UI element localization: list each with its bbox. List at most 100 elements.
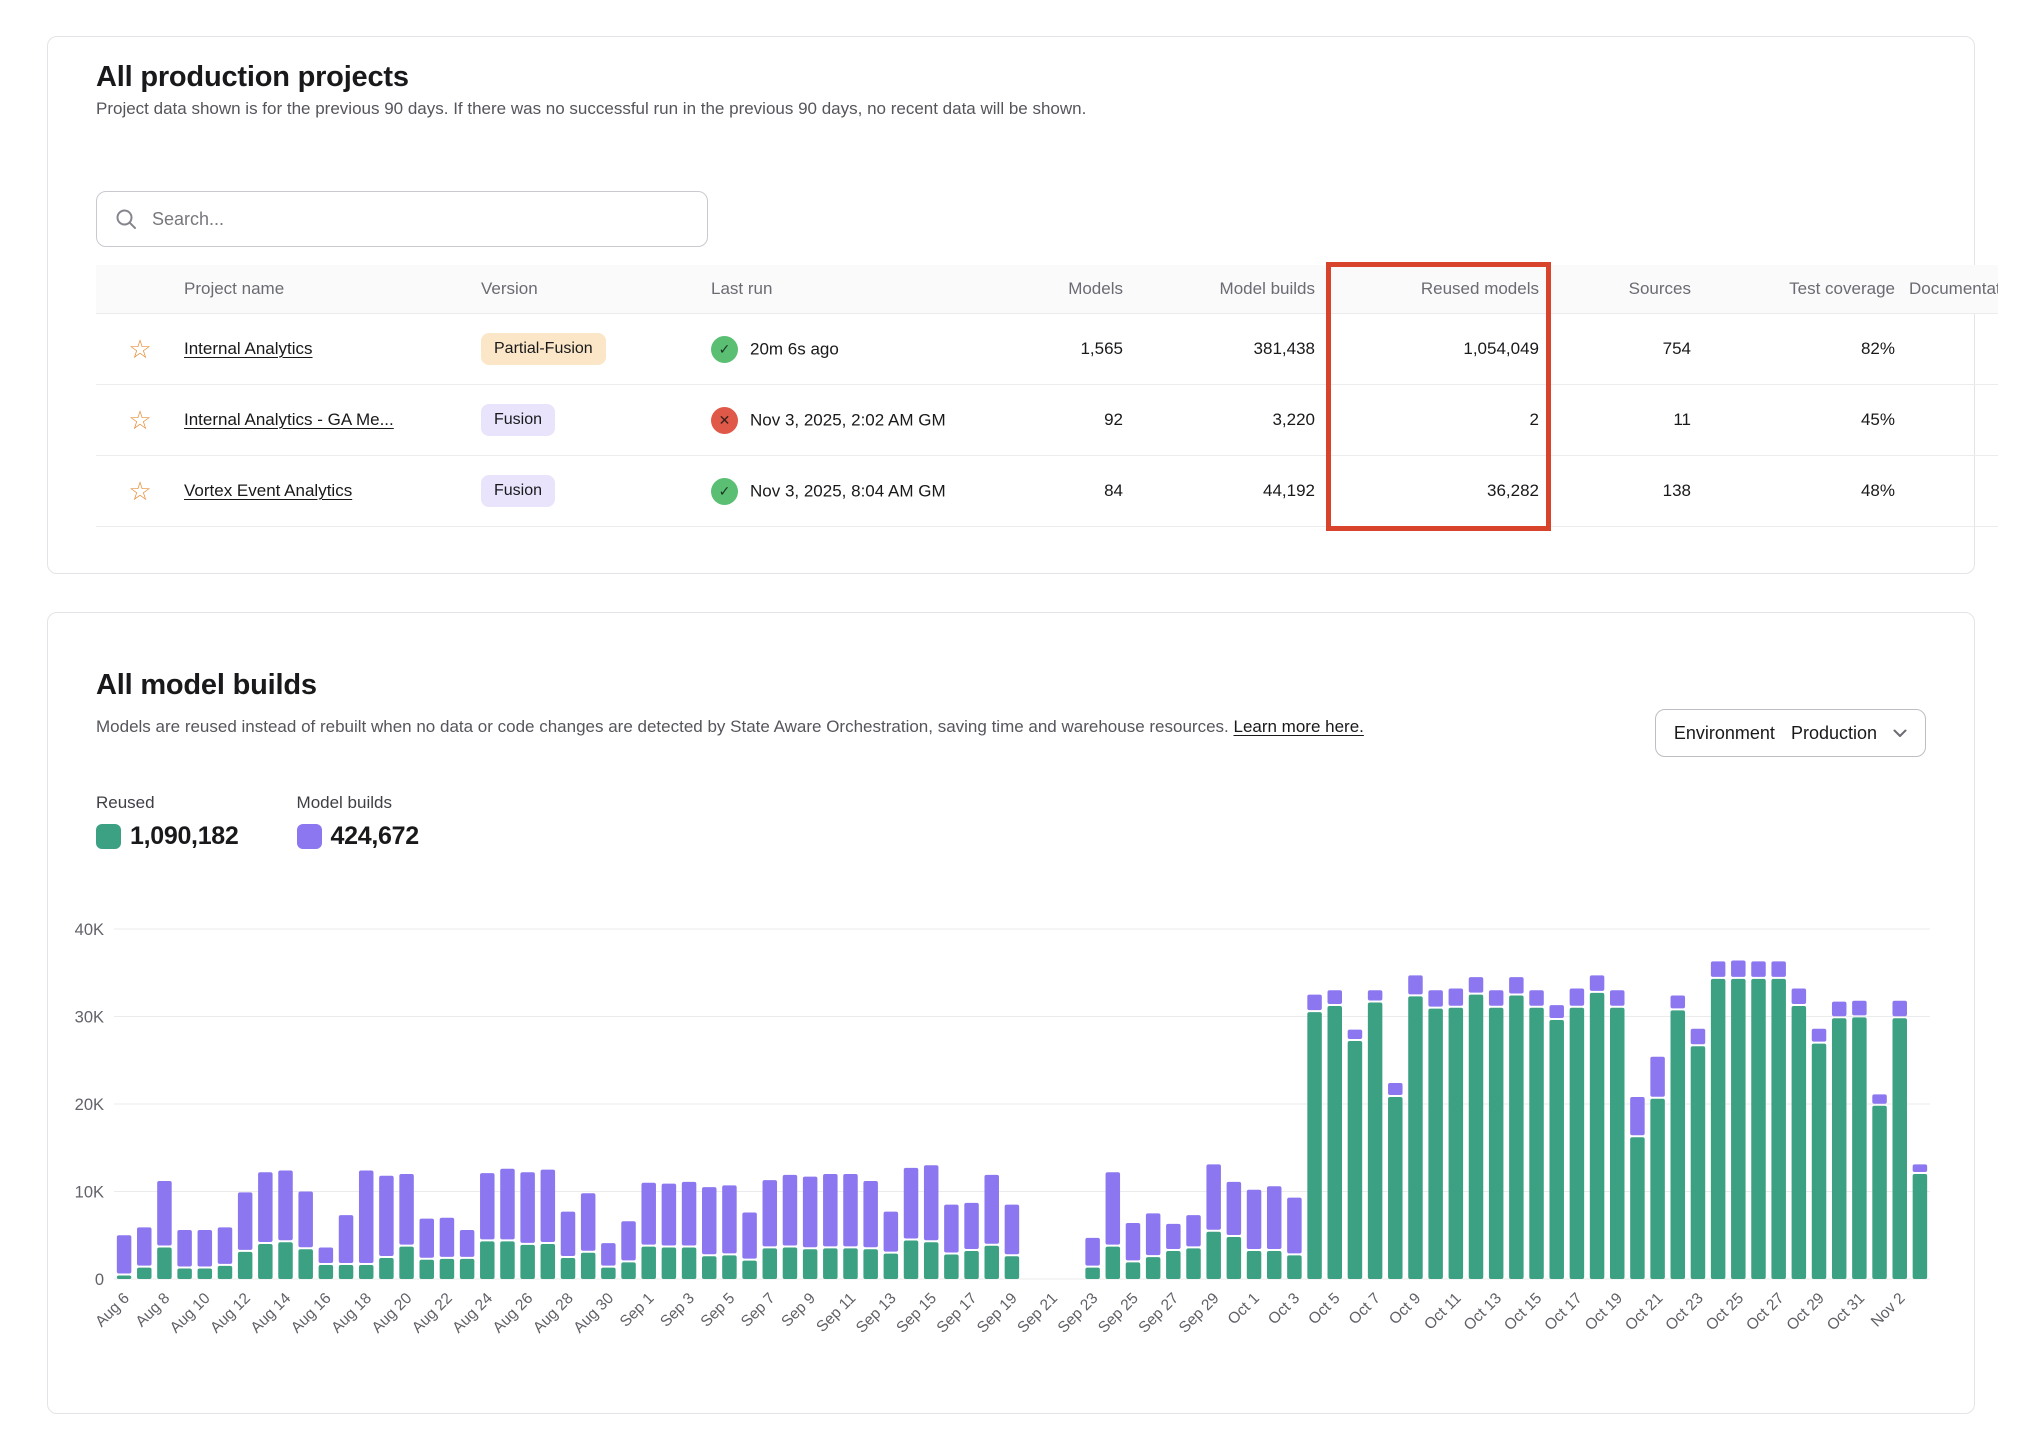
column-header-test-coverage: Test coverage [1705,265,1909,314]
documentation-cell [1909,385,1998,456]
run-success-icon: ✓ [711,336,738,363]
svg-text:Nov 2: Nov 2 [1868,1290,1909,1331]
version-badge: Partial-Fusion [481,333,606,365]
svg-text:Oct 23: Oct 23 [1662,1290,1706,1334]
svg-text:Oct 3: Oct 3 [1265,1290,1303,1328]
svg-text:Oct 27: Oct 27 [1743,1290,1787,1334]
svg-text:Sep 7: Sep 7 [738,1290,779,1331]
projects-title: All production projects [96,61,409,94]
environment-value: Production [1791,723,1877,744]
svg-text:Oct 29: Oct 29 [1784,1290,1828,1334]
column-header-star [96,265,184,314]
legend-builds-label: Model builds [297,793,419,813]
table-row: ☆ Internal Analytics - GA Me... Fusion ✕ Nov… [96,385,1998,456]
svg-text:Sep 1: Sep 1 [617,1290,658,1331]
svg-text:20K: 20K [75,1096,104,1114]
builds-title: All model builds [96,669,317,702]
svg-text:Oct 15: Oct 15 [1501,1290,1545,1334]
project-name-link[interactable]: Vortex Event Analytics [184,481,352,500]
test-coverage-cell: 48% [1705,456,1909,527]
chevron-down-icon [1893,729,1907,738]
model-builds-cell: 44,192 [1137,456,1329,527]
documentation-cell [1909,314,1998,385]
last-run-text: 20m 6s ago [750,339,839,358]
builds-subtitle: Models are reused instead of rebuilt whe… [96,717,1364,737]
reused-models-cell: 1,054,049 [1329,314,1553,385]
svg-text:Oct 13: Oct 13 [1461,1290,1505,1334]
run-success-icon: ✓ [711,478,738,505]
project-name-link[interactable]: Internal Analytics - GA Me... [184,410,394,429]
svg-text:Sep 13: Sep 13 [853,1290,900,1337]
last-run-text: Nov 3, 2025, 8:04 AM GM [750,481,946,500]
svg-text:Oct 25: Oct 25 [1703,1290,1747,1334]
test-coverage-cell: 82% [1705,314,1909,385]
svg-text:Aug 18: Aug 18 [328,1290,375,1337]
svg-text:Oct 1: Oct 1 [1225,1290,1263,1328]
legend-reused-value: 1,090,182 [130,822,239,851]
model-builds-cell: 381,438 [1137,314,1329,385]
svg-text:Aug 22: Aug 22 [409,1290,456,1337]
svg-text:Oct 11: Oct 11 [1421,1290,1464,1333]
model-builds-swatch [297,824,322,849]
svg-text:Aug 20: Aug 20 [369,1290,416,1337]
version-badge: Fusion [481,475,555,507]
chart-legend: Reused 1,090,182 Model builds 424,672 [96,793,419,851]
column-header-reused-models: Reused models [1329,265,1553,314]
column-header-project-name: Project name [184,265,481,314]
svg-text:Aug 28: Aug 28 [530,1290,577,1337]
table-row: ☆ Internal Analytics Partial-Fusion ✓ 20m 6s… [96,314,1998,385]
models-cell: 92 [981,385,1137,456]
legend-reused-label: Reused [96,793,239,813]
last-run-text: Nov 3, 2025, 2:02 AM GM [750,410,946,429]
legend-item-reused: Reused 1,090,182 [96,793,239,851]
svg-text:Sep 23: Sep 23 [1055,1290,1102,1337]
svg-text:Sep 27: Sep 27 [1135,1290,1182,1337]
environment-label: Environment [1674,723,1775,744]
svg-text:Sep 15: Sep 15 [893,1290,940,1337]
test-coverage-cell: 45% [1705,385,1909,456]
svg-text:Aug 6: Aug 6 [92,1290,133,1331]
favorite-star-icon[interactable]: ☆ [128,336,151,362]
reused-swatch [96,824,121,849]
svg-text:30K: 30K [75,1009,104,1027]
svg-text:Sep 11: Sep 11 [813,1290,859,1336]
learn-more-link[interactable]: Learn more here. [1233,717,1363,736]
svg-text:Oct 17: Oct 17 [1541,1290,1585,1334]
column-header-models: Models [981,265,1137,314]
legend-builds-value: 424,672 [331,822,419,851]
column-header-last-run: Last run [711,265,981,314]
favorite-star-icon[interactable]: ☆ [128,407,151,433]
model-builds-card: All model builds Models are reused inste… [47,612,1975,1414]
run-error-icon: ✕ [711,407,738,434]
svg-text:Aug 14: Aug 14 [248,1290,295,1337]
sources-cell: 754 [1553,314,1705,385]
svg-text:Aug 30: Aug 30 [570,1290,617,1337]
svg-text:Aug 10: Aug 10 [167,1290,214,1337]
svg-text:Aug 24: Aug 24 [449,1290,496,1337]
project-name-link[interactable]: Internal Analytics [184,339,313,358]
search-box[interactable] [96,191,708,247]
svg-text:0: 0 [95,1271,104,1289]
svg-text:Sep 3: Sep 3 [657,1290,698,1331]
sources-cell: 11 [1553,385,1705,456]
projects-table: Project nameVersionLast runModelsModel b… [96,265,1928,527]
column-header-documentation: Documentation [1909,265,1998,314]
column-header-model-builds: Model builds [1137,265,1329,314]
documentation-cell [1909,456,1998,527]
svg-text:40K: 40K [75,921,104,939]
version-badge: Fusion [481,404,555,436]
svg-text:Oct 21: Oct 21 [1622,1290,1666,1334]
svg-text:Aug 12: Aug 12 [207,1290,254,1337]
svg-text:10K: 10K [75,1184,104,1202]
favorite-star-icon[interactable]: ☆ [128,478,151,504]
model-builds-stacked-bar-chart: 010K20K30K40KAug 6Aug 8Aug 10Aug 12Aug 1… [48,896,1976,1396]
models-cell: 84 [981,456,1137,527]
models-cell: 1,565 [981,314,1137,385]
reused-models-cell: 36,282 [1329,456,1553,527]
svg-text:Oct 9: Oct 9 [1386,1290,1424,1328]
search-input[interactable] [150,208,689,231]
svg-text:Sep 17: Sep 17 [934,1290,981,1337]
svg-text:Oct 19: Oct 19 [1582,1290,1626,1334]
environment-dropdown[interactable]: Environment Production [1655,709,1926,757]
reused-models-cell: 2 [1329,385,1553,456]
